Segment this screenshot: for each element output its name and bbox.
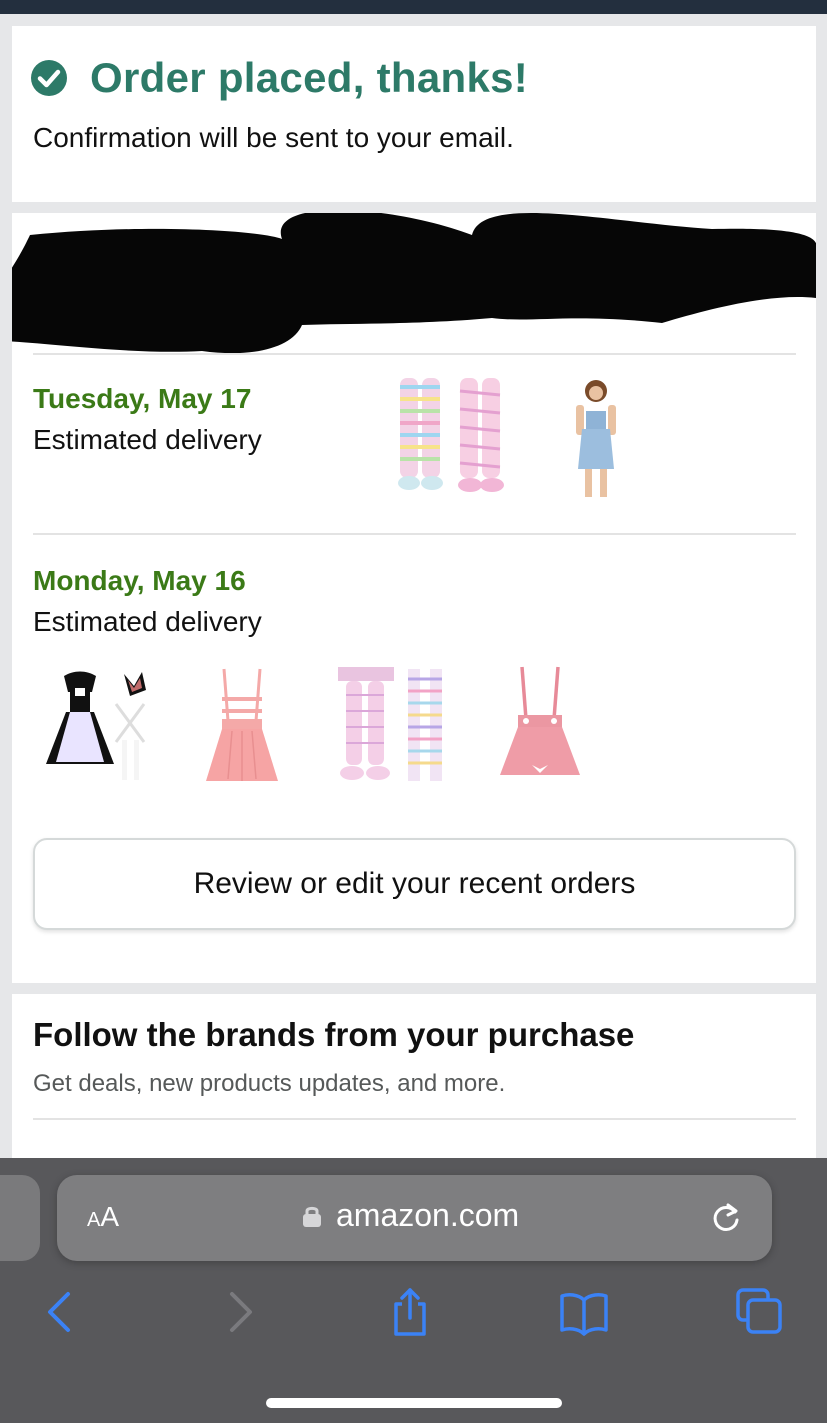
denim-overall-thumbnail[interactable] bbox=[570, 375, 622, 501]
confirmation-subtitle: Confirmation will be sent to your email. bbox=[33, 122, 514, 153]
brands-title: Follow the brands from your purchase bbox=[33, 1016, 635, 1053]
pink-skirt-thumbnail[interactable] bbox=[202, 665, 282, 789]
brands-subtitle: Get deals, new products updates, and mor… bbox=[33, 1070, 506, 1097]
delivery-date: Monday, May 16 bbox=[33, 565, 246, 596]
review-orders-button[interactable]: Review or edit your recent orders bbox=[33, 838, 796, 930]
striped-socks-thumbnail[interactable] bbox=[392, 373, 512, 503]
section-divider bbox=[33, 353, 796, 355]
redaction-scribble bbox=[12, 213, 816, 354]
delivery-label: Estimated delivery bbox=[33, 424, 262, 455]
lock-icon bbox=[303, 1206, 321, 1227]
section-divider bbox=[33, 533, 796, 535]
reload-icon[interactable] bbox=[709, 1201, 743, 1235]
maid-costume-thumbnail[interactable] bbox=[30, 668, 160, 784]
previous-tab-stub[interactable] bbox=[0, 1175, 40, 1261]
share-icon[interactable] bbox=[384, 1286, 436, 1338]
pastel-socks-thumbnail[interactable] bbox=[334, 665, 454, 789]
back-icon[interactable] bbox=[36, 1286, 88, 1338]
text-size-button[interactable]: AA bbox=[87, 1201, 119, 1233]
top-status-bar bbox=[0, 0, 827, 14]
order-confirmation-card: Order placed, thanks! Confirmation will … bbox=[12, 26, 816, 202]
home-indicator[interactable] bbox=[266, 1398, 562, 1408]
pink-bow-skirt-thumbnail[interactable] bbox=[496, 665, 586, 789]
forward-icon[interactable] bbox=[212, 1286, 264, 1338]
url-display[interactable]: amazon.com bbox=[302, 1197, 519, 1234]
delivery-label: Estimated delivery bbox=[33, 606, 262, 637]
follow-brands-card: Follow the brands from your purchase Get… bbox=[12, 994, 816, 1184]
confirmation-title: Order placed, thanks! bbox=[90, 54, 529, 101]
section-divider bbox=[33, 1118, 796, 1120]
tabs-icon[interactable] bbox=[734, 1286, 786, 1338]
address-bar[interactable]: AA amazon.com bbox=[57, 1175, 772, 1261]
delivery-date: Tuesday, May 17 bbox=[33, 383, 252, 414]
delivery-card: Tuesday, May 17 Estimated delivery Monda… bbox=[12, 213, 816, 983]
url-text: amazon.com bbox=[336, 1197, 520, 1233]
confirmation-header: Order placed, thanks! bbox=[30, 54, 528, 102]
bookmarks-icon[interactable] bbox=[558, 1286, 610, 1338]
browser-toolbar: AA amazon.com bbox=[0, 1158, 827, 1423]
check-circle-icon bbox=[31, 60, 67, 96]
